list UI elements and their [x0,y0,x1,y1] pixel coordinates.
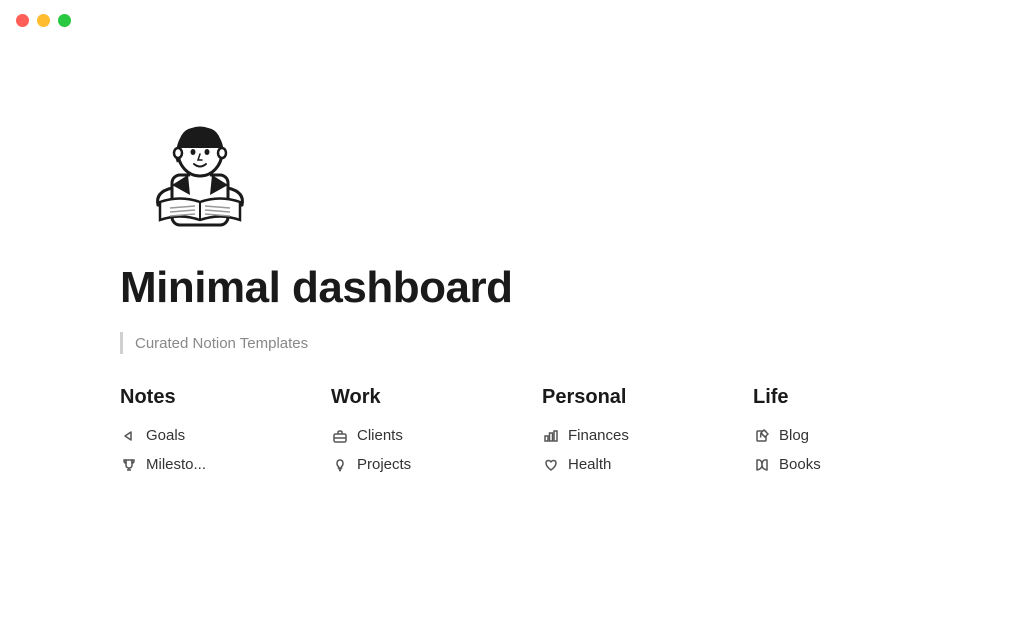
title-bar [0,0,1024,40]
item-finances[interactable]: Finances [542,421,733,450]
trophy-icon [120,458,138,472]
arrow-right-icon [120,429,138,443]
heart-icon [542,458,560,472]
item-label-blog: Blog [779,427,809,444]
category-heading-personal: Personal [542,386,733,409]
category-heading-work: Work [331,386,522,409]
item-label-finances: Finances [568,427,629,444]
minimize-button[interactable] [37,14,50,27]
item-projects[interactable]: Projects [331,450,522,479]
book-icon [753,458,771,472]
item-health[interactable]: Health [542,450,733,479]
item-label-clients: Clients [357,427,403,444]
category-life: Life Blog Books [753,386,944,479]
category-personal: Personal Finances Health [542,386,733,479]
item-label-health: Health [568,456,611,473]
subtitle-text: Curated Notion Templates [135,335,308,352]
illustration [120,80,280,240]
item-label-goals: Goals [146,427,185,444]
item-blog[interactable]: Blog [753,421,944,450]
briefcase-icon [331,429,349,443]
edit-icon [753,429,771,443]
category-work: Work Clients Projects [331,386,522,479]
item-label-projects: Projects [357,456,411,473]
item-clients[interactable]: Clients [331,421,522,450]
item-label-milestones: Milesto... [146,456,206,473]
subtitle-border [120,332,123,354]
item-milestones[interactable]: Milesto... [120,450,311,479]
page-title: Minimal dashboard [120,264,944,312]
subtitle-block: Curated Notion Templates [120,332,944,354]
category-heading-notes: Notes [120,386,311,409]
item-books[interactable]: Books [753,450,944,479]
item-goals[interactable]: Goals [120,421,311,450]
category-notes: Notes Goals Milesto... [120,386,311,479]
categories-grid: Notes Goals Milesto... Work Clients Projects P… [120,386,944,479]
lightbulb-icon [331,458,349,472]
maximize-button[interactable] [58,14,71,27]
bar-chart-icon [542,429,560,443]
item-label-books: Books [779,456,821,473]
close-button[interactable] [16,14,29,27]
category-heading-life: Life [753,386,944,409]
main-content: Minimal dashboard Curated Notion Templat… [0,40,1024,640]
